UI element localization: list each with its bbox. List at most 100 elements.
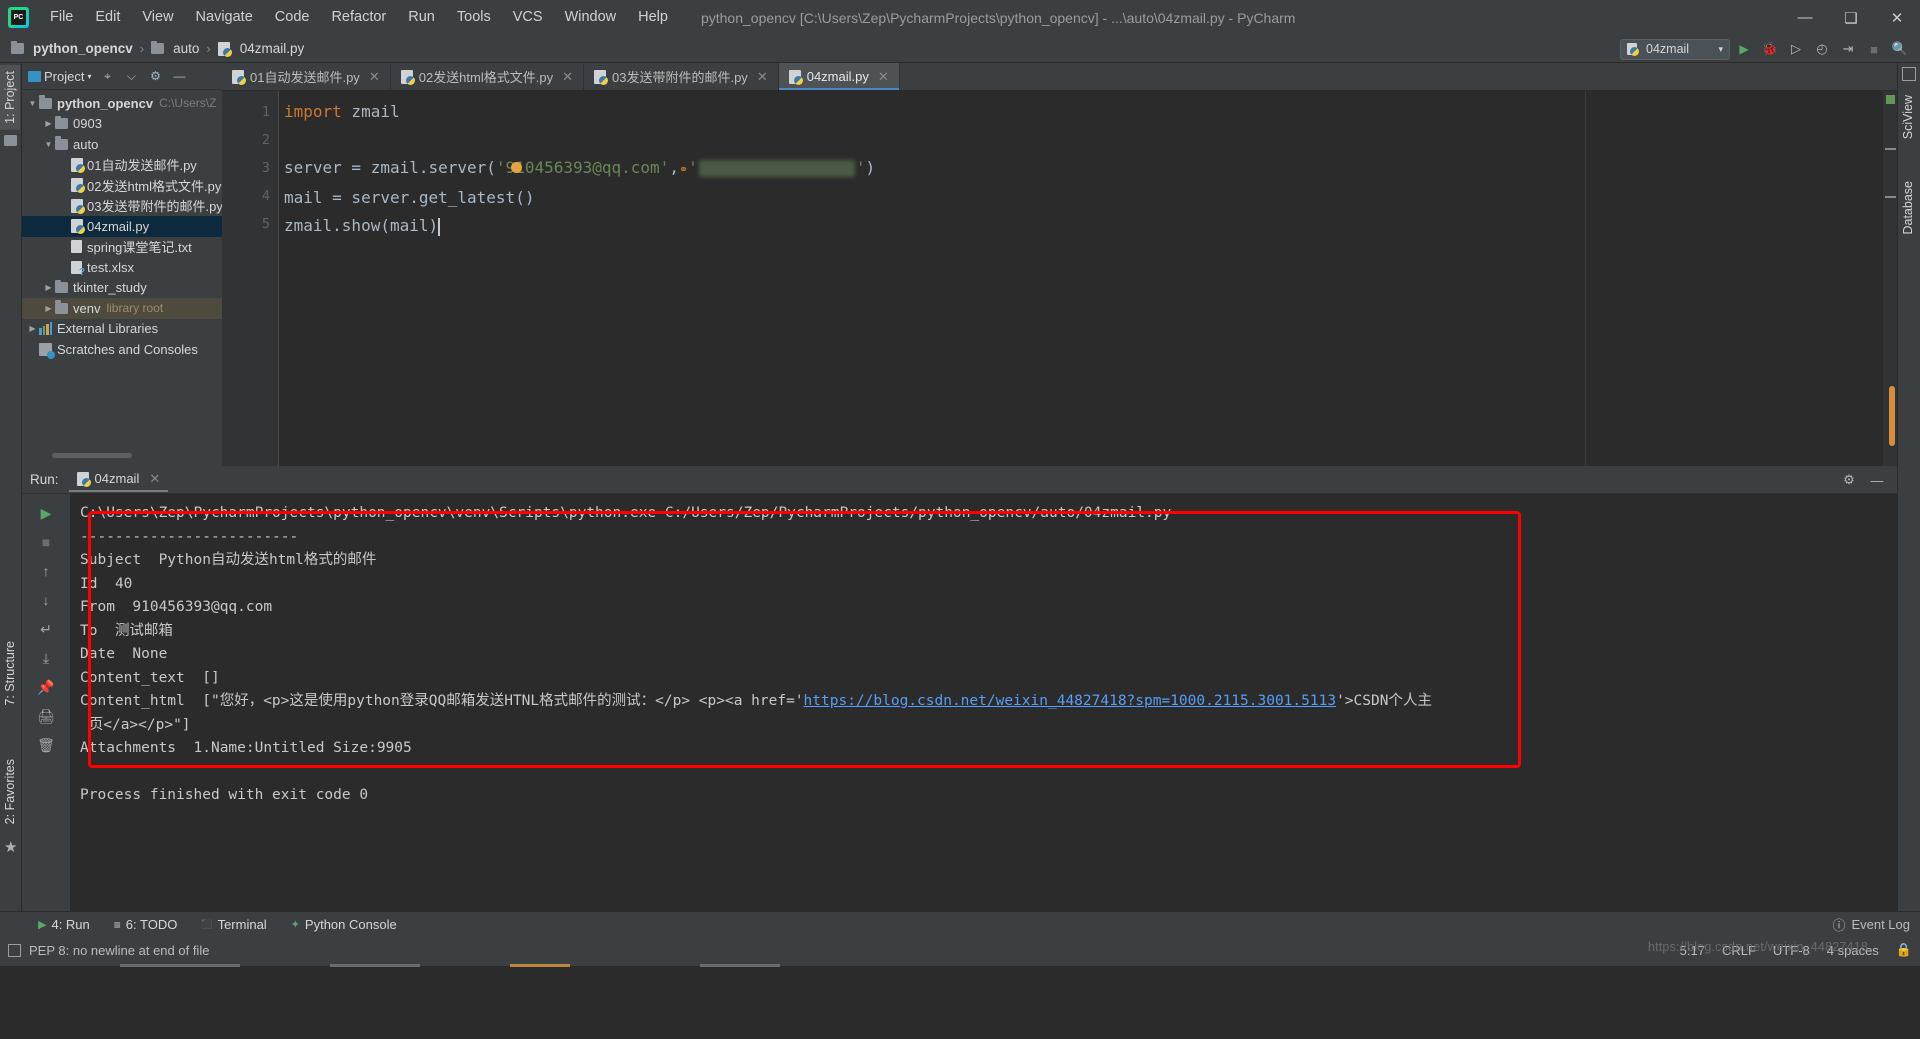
menu-view[interactable]: View bbox=[131, 0, 184, 35]
taskbar-item[interactable] bbox=[120, 964, 240, 967]
settings-gear-icon[interactable]: ⚙ bbox=[1837, 468, 1861, 492]
code-line3-head: server = zmail.server( bbox=[284, 158, 496, 177]
tab-run[interactable]: ▶ 4: Run bbox=[26, 912, 102, 938]
tree-item[interactable]: 02发送html格式文件.py bbox=[22, 175, 222, 196]
tab-python-console[interactable]: ✦ Python Console bbox=[279, 912, 409, 938]
hide-panel-icon[interactable]: — bbox=[171, 68, 187, 84]
taskbar-item[interactable] bbox=[700, 964, 780, 967]
menu-edit[interactable]: Edit bbox=[84, 0, 131, 35]
sidebar-item-structure[interactable]: 7: Structure bbox=[0, 635, 20, 712]
event-log-button[interactable]: ⓘ Event Log bbox=[1832, 915, 1910, 934]
tab-terminal[interactable]: ⬛ Terminal bbox=[189, 912, 278, 938]
menu-tools[interactable]: Tools bbox=[446, 0, 502, 35]
taskbar-item[interactable] bbox=[330, 964, 420, 967]
run-configuration-selector[interactable]: 04zmail ▾ bbox=[1620, 38, 1730, 60]
sidebar-item-database[interactable]: Database bbox=[1898, 175, 1918, 241]
tree-item[interactable]: test.xlsx bbox=[22, 257, 222, 278]
tree-item[interactable]: 01自动发送邮件.py bbox=[22, 155, 222, 176]
menu-code[interactable]: Code bbox=[264, 0, 321, 35]
close-icon[interactable]: ✕ bbox=[562, 69, 573, 85]
close-icon[interactable]: ✕ bbox=[369, 69, 380, 85]
menu-help[interactable]: Help bbox=[627, 0, 679, 35]
breadcrumb-project[interactable]: python_opencv bbox=[8, 39, 136, 58]
folder-icon bbox=[55, 300, 68, 314]
minimize-button[interactable]: — bbox=[1782, 0, 1828, 35]
debug-button[interactable]: 🐞 bbox=[1758, 37, 1782, 61]
rerun-button[interactable]: ▶ bbox=[32, 500, 60, 526]
masked-password-region bbox=[698, 160, 855, 177]
tree-item[interactable]: ▶ venv library root bbox=[22, 298, 222, 319]
close-icon[interactable]: ✕ bbox=[757, 69, 768, 85]
tree-item[interactable]: 03发送带附件的邮件.py bbox=[22, 196, 223, 217]
attach-button[interactable]: ⇥ bbox=[1836, 37, 1860, 61]
line-number: 5 bbox=[261, 216, 270, 232]
menu-file[interactable]: File bbox=[39, 0, 84, 35]
chevron-right-icon[interactable]: ▶ bbox=[42, 283, 55, 292]
status-message: PEP 8: no newline at end of file bbox=[29, 942, 210, 958]
menu-window[interactable]: Window bbox=[554, 0, 628, 35]
taskbar-item[interactable] bbox=[510, 964, 570, 967]
change-marker bbox=[1885, 148, 1896, 150]
chevron-right-icon[interactable]: ▶ bbox=[42, 304, 55, 313]
settings-gear-icon[interactable]: ⚙ bbox=[147, 68, 163, 84]
menu-navigate[interactable]: Navigate bbox=[185, 0, 264, 35]
collapse-all-icon[interactable]: ⌵ bbox=[123, 68, 139, 84]
tree-item[interactable]: ▼ python_opencv C:\Users\Z bbox=[22, 93, 222, 114]
breadcrumb-folder[interactable]: auto bbox=[148, 39, 202, 58]
tree-item[interactable]: ▼ auto bbox=[22, 134, 222, 155]
run-coverage-button[interactable]: ▷ bbox=[1784, 37, 1808, 61]
tree-item-label: 02发送html格式文件.py bbox=[87, 178, 222, 194]
editor-tab[interactable]: 01自动发送邮件.py ✕ bbox=[222, 63, 391, 90]
tree-item[interactable]: Scratches and Consoles bbox=[22, 339, 222, 360]
sidebar-item-sciview[interactable]: SciView bbox=[1898, 89, 1918, 145]
clear-all-button[interactable]: 🗑 bbox=[32, 732, 60, 758]
tree-item[interactable]: ▶ 0903 bbox=[22, 114, 222, 135]
locate-file-icon[interactable]: ⌖ bbox=[99, 68, 115, 84]
export-button[interactable]: ⤓ bbox=[32, 645, 60, 671]
console-output[interactable]: C:\Users\Zep\PycharmProjects\python_open… bbox=[70, 494, 1897, 911]
print-button[interactable]: 🖨 bbox=[32, 703, 60, 729]
tree-item[interactable]: spring课堂笔记.txt bbox=[22, 237, 222, 258]
search-icon[interactable]: 🔍 bbox=[1888, 37, 1912, 61]
breadcrumb-file[interactable]: 04zmail.py bbox=[215, 39, 308, 58]
chevron-right-icon[interactable]: ▶ bbox=[42, 119, 55, 128]
menu-refactor[interactable]: Refactor bbox=[320, 0, 397, 35]
editor-tab[interactable]: 03发送带附件的邮件.py ✕ bbox=[584, 63, 779, 90]
editor-tab[interactable]: 02发送html格式文件.py ✕ bbox=[391, 63, 584, 90]
stop-button[interactable]: ■ bbox=[1862, 37, 1886, 61]
chevron-right-icon[interactable]: ▶ bbox=[26, 324, 39, 333]
stop-button[interactable]: ■ bbox=[32, 529, 60, 555]
menu-run[interactable]: Run bbox=[397, 0, 446, 35]
menu-vcs[interactable]: VCS bbox=[502, 0, 554, 35]
close-button[interactable]: ✕ bbox=[1874, 0, 1920, 35]
pin-button[interactable]: 📌 bbox=[32, 674, 60, 700]
editor-tab-bar: 01自动发送邮件.py ✕ 02发送html格式文件.py ✕ 03发送带附件的邮件.p… bbox=[222, 63, 1897, 91]
close-icon[interactable]: ✕ bbox=[149, 471, 160, 487]
horizontal-scrollbar[interactable] bbox=[52, 453, 132, 458]
tree-item[interactable]: ▶ External Libraries bbox=[22, 319, 222, 340]
lock-icon[interactable]: 🔒 bbox=[1896, 942, 1912, 958]
scroll-up-button[interactable]: ↑ bbox=[32, 558, 60, 584]
chevron-down-icon[interactable]: ▼ bbox=[42, 140, 55, 149]
editor-scrollbar-thumb[interactable] bbox=[1889, 386, 1895, 446]
csdn-blog-link[interactable]: https://blog.csdn.net/weixin_44827418?sp… bbox=[804, 693, 1337, 709]
editor-tab[interactable]: 04zmail.py ✕ bbox=[778, 63, 900, 90]
sidebar-item-project[interactable]: 1: Project bbox=[0, 65, 20, 130]
tab-todo[interactable]: ≡ 6: TODO bbox=[102, 912, 190, 938]
soft-wrap-button[interactable]: ↵ bbox=[32, 616, 60, 642]
chevron-down-icon[interactable]: ▼ bbox=[26, 99, 39, 108]
close-icon[interactable]: ✕ bbox=[878, 69, 889, 85]
project-panel-title[interactable]: Project ▾ bbox=[28, 69, 91, 84]
tree-item[interactable]: 04zmail.py bbox=[22, 216, 222, 237]
scroll-down-button[interactable]: ↓ bbox=[32, 587, 60, 613]
sidebar-item-favorites[interactable]: 2: Favorites bbox=[0, 753, 20, 830]
run-tab-04zmail[interactable]: 04zmail ✕ bbox=[68, 468, 169, 492]
profile-button[interactable]: ◴ bbox=[1810, 37, 1834, 61]
tree-item[interactable]: ▶ tkinter_study bbox=[22, 278, 222, 299]
python-console-icon: ✦ bbox=[290, 919, 300, 931]
code-content[interactable]: import zmail server = zmail.server('9104… bbox=[284, 98, 875, 240]
hide-panel-icon[interactable]: — bbox=[1865, 468, 1889, 492]
star-icon: ★ bbox=[4, 839, 18, 856]
maximize-button[interactable]: ❑ bbox=[1828, 0, 1874, 35]
run-button[interactable]: ▶ bbox=[1732, 37, 1756, 61]
